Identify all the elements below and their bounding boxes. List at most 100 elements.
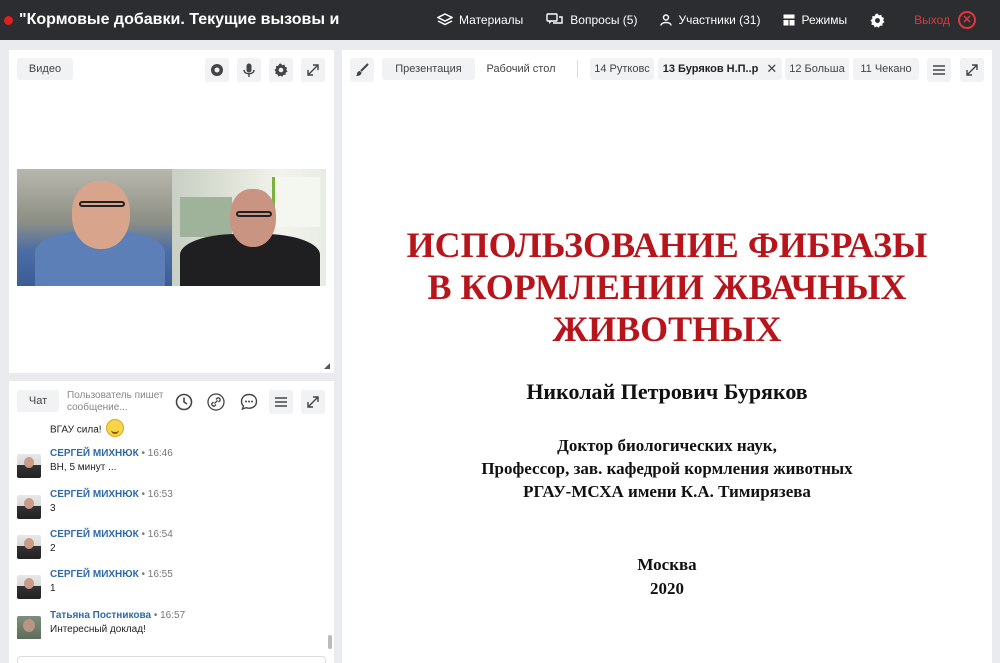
author-name: СЕРГЕЙ МИХНЮК <box>50 448 139 459</box>
chat-scrollbar[interactable] <box>328 635 332 649</box>
tab-file-11-label: 11 Чекано <box>860 63 912 75</box>
slide-year: 2020 <box>650 579 684 598</box>
participants-button[interactable]: Участники (31) <box>660 13 760 27</box>
video-tab[interactable]: Видео <box>17 58 73 80</box>
tab-presentation-label: Презентация <box>395 63 462 75</box>
chat-message-author[interactable]: СЕРГЕЙ МИХНЮК • 16:46 <box>50 448 173 459</box>
modes-button[interactable]: Режимы <box>783 13 847 27</box>
chat-message-input[interactable] <box>17 656 326 663</box>
webcam-icon <box>211 64 223 76</box>
participants-label: Участники (31) <box>678 13 761 27</box>
brush-icon <box>356 63 369 77</box>
chat-message-list[interactable]: ВГАУ сила! СЕРГЕЙ МИХНЮК • 16:46 ВН, 5 м… <box>9 417 334 639</box>
tab-desktop[interactable]: Рабочий стол <box>479 58 563 80</box>
speaker-video-right <box>172 169 326 286</box>
top-nav: Материалы Вопросы (5) Участники (31) Реж… <box>437 0 1000 40</box>
tab-file-12-label: 12 Больша <box>789 63 845 75</box>
close-icon[interactable]: ✕ <box>766 61 777 77</box>
tab-file-14-label: 14 Рутковс <box>594 63 650 75</box>
user-icon <box>660 14 673 26</box>
resize-handle-icon[interactable] <box>324 363 330 369</box>
author-name: СЕРГЕЙ МИХНЮК <box>50 529 139 540</box>
slide-title-line: ЖИВОТНЫХ <box>552 309 782 349</box>
exit-label: Выход <box>914 13 950 27</box>
avatar <box>17 575 41 599</box>
avatar <box>17 616 41 639</box>
recording-indicator-icon <box>4 15 13 25</box>
presentation-slide: ИСПОЛЬЗОВАНИЕ ФИБРАЗЫ В КОРМЛЕНИИ ЖВАЧНЫ… <box>342 92 992 663</box>
typing-line-1: Пользователь пишет <box>67 390 164 401</box>
slide-title: ИСПОЛЬЗОВАНИЕ ФИБРАЗЫ В КОРМЛЕНИИ ЖВАЧНЫ… <box>342 224 992 350</box>
close-circle-icon: ✕ <box>958 11 976 29</box>
toolbar-divider <box>577 60 578 78</box>
avatar <box>17 535 41 559</box>
chat-message-author[interactable]: СЕРГЕЙ МИХНЮК • 16:53 <box>50 489 173 500</box>
slide-affiliation-line: Доктор биологических наук, <box>557 436 777 455</box>
slide-affiliation-line: Профессор, зав. кафедрой кормления живот… <box>481 459 853 478</box>
presentation-expand-button[interactable] <box>960 58 984 82</box>
hamburger-menu-icon <box>933 65 945 75</box>
presentation-panel: Презентация Рабочий стол 14 Рутковс 13 Б… <box>342 50 992 663</box>
slide-title-line: ИСПОЛЬЗОВАНИЕ ФИБРАЗЫ <box>406 225 928 265</box>
chat-panel: Чат Пользователь пишет сообщение... ВГАУ… <box>9 381 334 663</box>
video-settings-button[interactable] <box>269 58 293 82</box>
author-name: СЕРГЕЙ МИХНЮК <box>50 569 139 580</box>
chat-message: СЕРГЕЙ МИХНЮК • 16:55 1 <box>17 569 317 603</box>
chat-message-author[interactable]: СЕРГЕЙ МИХНЮК • 16:55 <box>50 569 173 580</box>
chat-tab[interactable]: Чат <box>17 390 59 412</box>
slide-city: Москва <box>637 555 697 574</box>
expand-icon <box>966 64 978 76</box>
chat-message: ВГАУ сила! <box>17 417 317 437</box>
chat-message-text: 3 <box>50 503 56 514</box>
chat-label: Чат <box>28 395 48 407</box>
questions-label: Вопросы (5) <box>570 13 638 27</box>
files-menu-button[interactable] <box>927 58 951 82</box>
slide-title-line: В КОРМЛЕНИИ ЖВАЧНЫХ <box>427 267 907 307</box>
video-stream[interactable] <box>17 169 326 286</box>
chat-menu-button[interactable] <box>269 390 293 414</box>
settings-button[interactable] <box>870 12 891 28</box>
comment-icon <box>240 393 258 411</box>
hamburger-menu-icon <box>275 397 287 407</box>
chat-message-text: ВН, 5 минут ... <box>50 462 117 473</box>
smiley-emoji-icon <box>105 419 124 437</box>
draw-tool-button[interactable] <box>350 58 374 82</box>
webinar-title: "Кормовые добавки. Текущие вызовы и <box>19 11 340 28</box>
typing-indicator: Пользователь пишет сообщение... <box>67 390 177 414</box>
speaker-video-left <box>17 169 172 286</box>
history-button[interactable] <box>172 390 196 414</box>
materials-label: Материалы <box>459 13 524 27</box>
video-expand-button[interactable] <box>301 58 325 82</box>
gear-icon <box>274 63 288 77</box>
chat-expand-button[interactable] <box>301 390 325 414</box>
tab-desktop-label: Рабочий стол <box>486 63 556 75</box>
expand-icon <box>307 64 319 76</box>
microphone-button[interactable] <box>237 58 261 82</box>
materials-button[interactable]: Материалы <box>437 13 523 27</box>
chat-message: СЕРГЕЙ МИХНЮК • 16:54 2 <box>17 529 317 563</box>
chat-message-text: Интересный доклад! <box>50 624 146 635</box>
video-label: Видео <box>28 63 62 75</box>
message-time: • 16:57 <box>153 610 186 621</box>
chat-message: Татьяна Постникова • 16:57 Интересный до… <box>17 610 317 639</box>
tab-file-13-label: 13 Буряков Н.П..р <box>662 63 759 75</box>
link-button[interactable] <box>204 390 228 414</box>
tab-presentation[interactable]: Презентация <box>382 58 475 80</box>
camera-button[interactable] <box>205 58 229 82</box>
clock-icon <box>175 393 193 411</box>
author-name: Татьяна Постникова <box>50 610 152 621</box>
tab-file-11[interactable]: 11 Чекано <box>853 58 919 80</box>
chat-message-author[interactable]: Татьяна Постникова • 16:57 <box>50 610 185 621</box>
questions-button[interactable]: Вопросы (5) <box>546 13 637 27</box>
link-icon <box>207 393 225 411</box>
slide-place-date: Москва 2020 <box>342 553 992 601</box>
tab-file-13[interactable]: 13 Буряков Н.П..р ✕ <box>658 58 782 80</box>
chat-message-author[interactable]: СЕРГЕЙ МИХНЮК • 16:54 <box>50 529 173 540</box>
gear-icon <box>870 12 885 28</box>
tab-file-12[interactable]: 12 Больша <box>785 58 849 80</box>
avatar <box>17 454 41 478</box>
chat-message-text: 1 <box>50 583 56 594</box>
comment-button[interactable] <box>237 390 261 414</box>
exit-button[interactable]: Выход ✕ <box>914 11 976 29</box>
tab-file-14[interactable]: 14 Рутковс <box>590 58 654 80</box>
